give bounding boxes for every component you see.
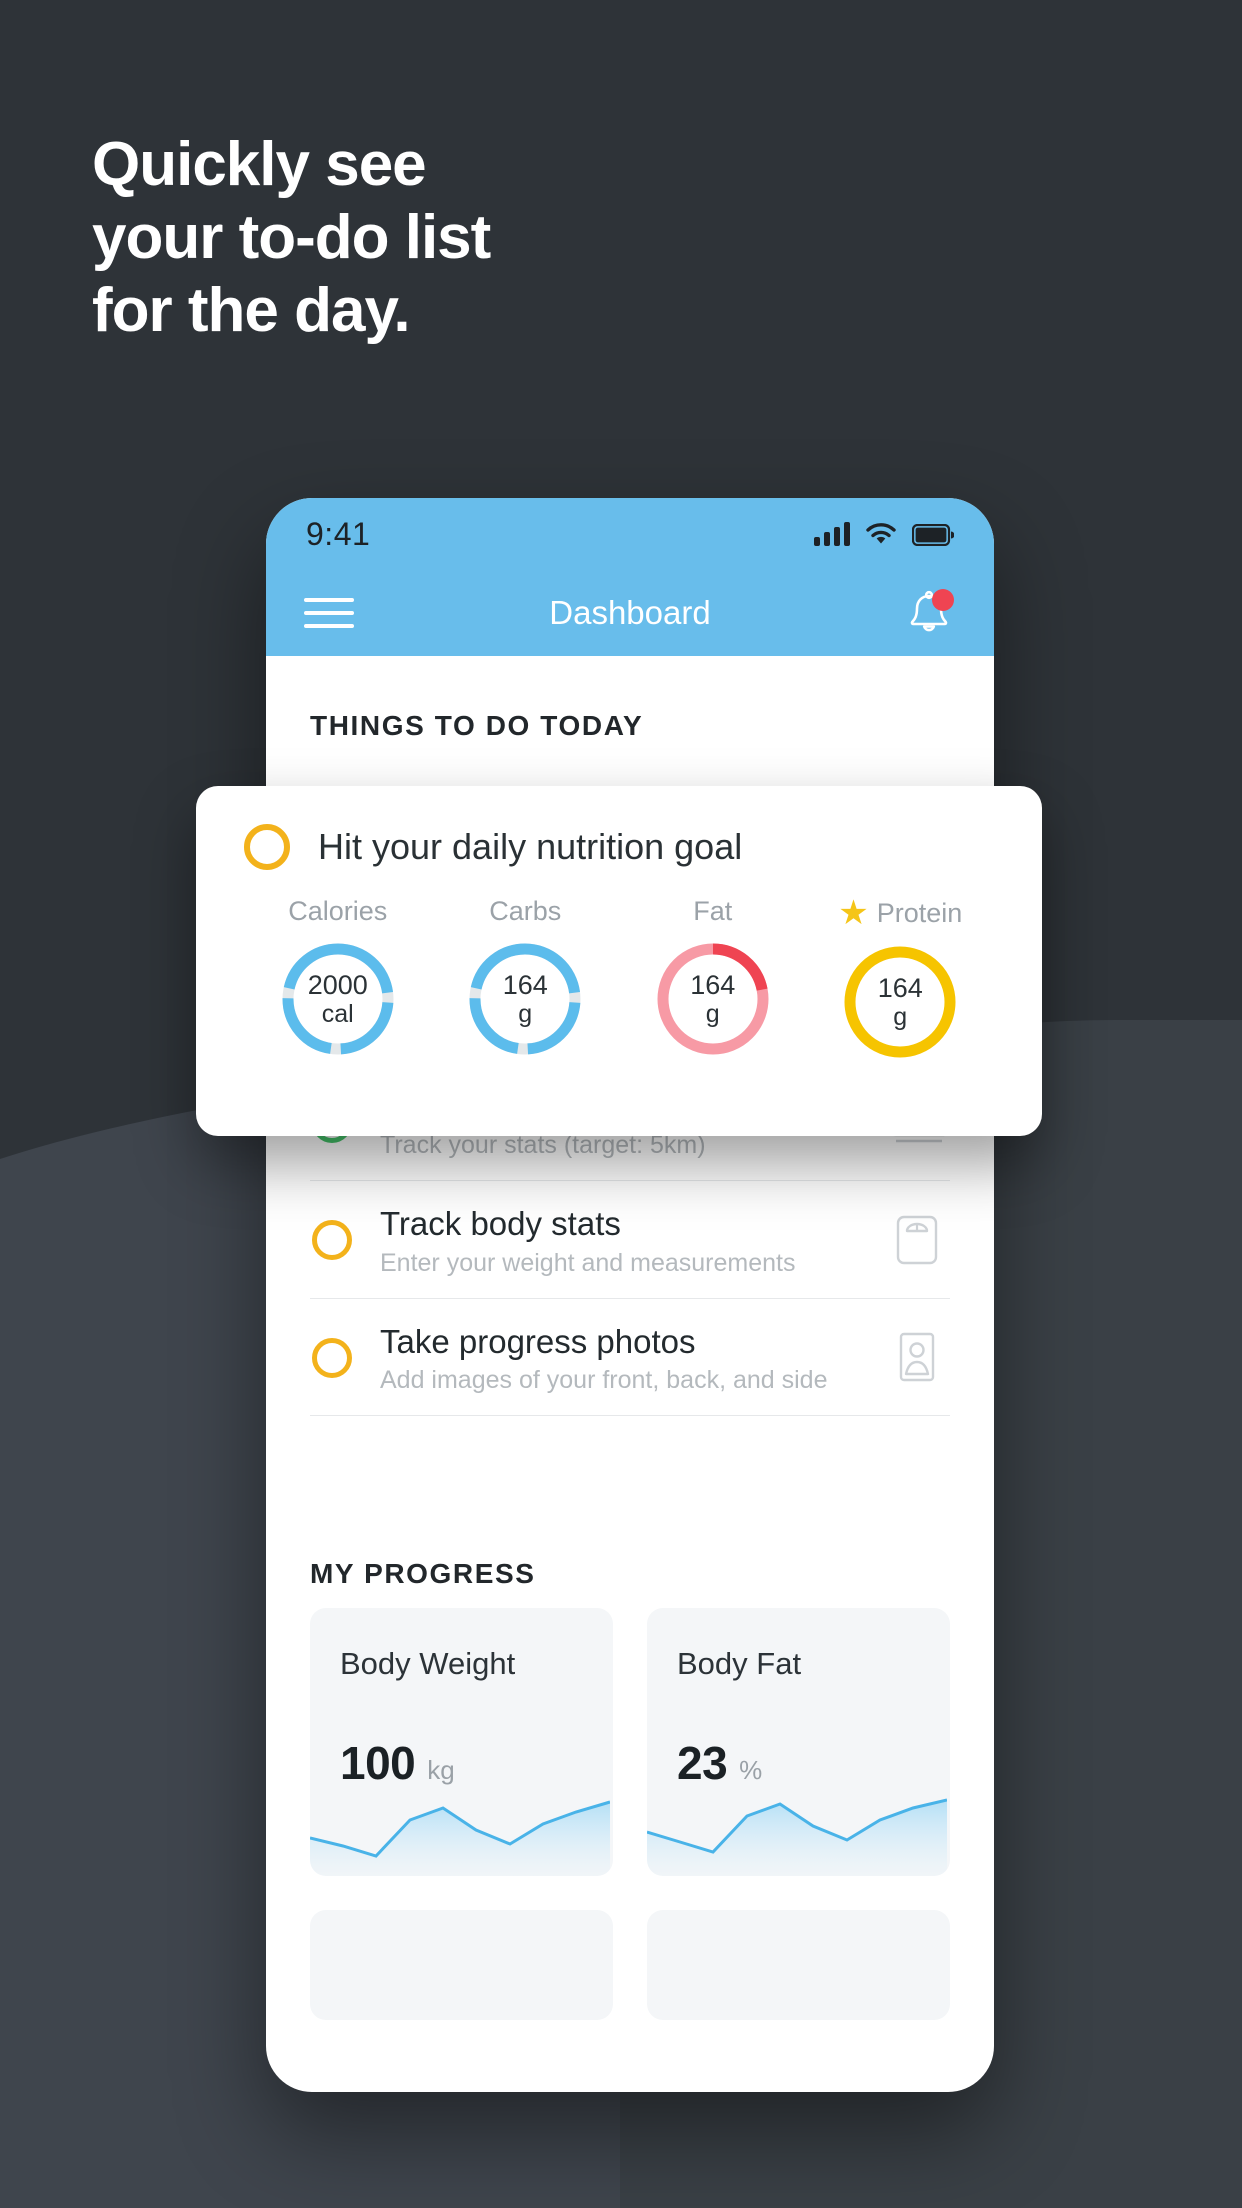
progress-card-grid: Body Weight 100 kg Body Fat 23 % — [310, 1607, 950, 1876]
macro-center-text: 2000 cal — [276, 937, 400, 1061]
progress-card-unit: kg — [427, 1754, 455, 1785]
sparkline-chart — [647, 1798, 947, 1876]
macro-value: 164 — [877, 972, 923, 1003]
progress-card-value-group: 23 % — [677, 1736, 762, 1790]
macro-carbs[interactable]: Carbs 164 g — [432, 896, 620, 1064]
macro-value: 164 — [502, 969, 548, 1000]
status-bar-icons — [814, 522, 954, 546]
macro-label: Protein — [876, 897, 963, 928]
battery-icon — [912, 524, 954, 546]
weight-scale-icon — [896, 1216, 938, 1265]
progress-card-title: Body Weight — [340, 1645, 516, 1681]
list-item[interactable]: Take progress photos Add images of your … — [310, 1299, 950, 1416]
macro-donut: 164 g — [463, 937, 587, 1061]
todo-status-ring[interactable] — [312, 1220, 352, 1261]
macro-value: 2000 — [307, 969, 368, 1000]
todo-text: Take progress photos Add images of your … — [380, 1321, 856, 1395]
wifi-icon — [866, 523, 896, 544]
macro-center-text: 164 g — [651, 937, 775, 1061]
progress-card-title: Body Fat — [677, 1645, 802, 1681]
macro-unit: g — [518, 1000, 533, 1029]
sparkline-chart — [310, 1800, 610, 1876]
macro-label: Carbs — [489, 896, 562, 926]
status-bar: 9:41 — [266, 498, 994, 570]
app-header-area: 9:41 Dashboard — [266, 498, 994, 656]
hamburger-menu-icon[interactable] — [304, 598, 354, 628]
progress-card-body-weight[interactable]: Body Weight 100 kg — [310, 1607, 613, 1876]
macro-label-group: Carbs — [432, 896, 620, 927]
macro-unit: g — [705, 1000, 720, 1029]
nutrition-card-header: Hit your daily nutrition goal — [244, 824, 994, 870]
macro-ring-group: Calories 2000 cal Carbs 164 g Fat 164 g … — [244, 896, 994, 1064]
phone-mockup: 9:41 Dashboard THINGS TO DO TODAY Track … — [266, 498, 994, 2092]
page-title: Dashboard — [549, 594, 711, 631]
nutrition-card-title: Hit your daily nutrition goal — [318, 826, 743, 867]
status-bar-clock: 9:41 — [306, 515, 371, 552]
todo-subtitle: Enter your weight and measurements — [380, 1248, 796, 1277]
star-icon: ★ — [838, 894, 869, 932]
todo-subtitle: Add images of your front, back, and side — [380, 1365, 828, 1394]
progress-card-unit: % — [739, 1754, 763, 1785]
todo-status-ring[interactable] — [312, 1337, 352, 1378]
macro-label-group: ★ Protein — [807, 896, 995, 930]
macro-label-group: Calories — [244, 896, 432, 927]
macro-value: 164 — [690, 969, 736, 1000]
todo-status-ring[interactable] — [244, 824, 290, 870]
app-bar: Dashboard — [266, 570, 994, 656]
todo-title: Track body stats — [380, 1205, 621, 1243]
macro-donut: 2000 cal — [276, 937, 400, 1061]
macro-label: Fat — [693, 896, 733, 926]
macro-protein[interactable]: ★ Protein 164 g — [807, 896, 995, 1064]
promo-headline: Quickly see your to-do list for the day. — [92, 130, 491, 346]
list-item[interactable]: Track body stats Enter your weight and m… — [310, 1181, 950, 1299]
macro-fat[interactable]: Fat 164 g — [619, 896, 807, 1064]
section-title-todo: THINGS TO DO TODAY — [310, 710, 644, 741]
macro-label-group: Fat — [619, 896, 807, 927]
progress-card-partial[interactable] — [310, 1909, 613, 2020]
notification-bell-icon[interactable] — [902, 586, 956, 640]
progress-card-partial[interactable] — [647, 1909, 950, 2020]
notification-badge — [932, 589, 954, 611]
todo-title: Take progress photos — [380, 1322, 696, 1360]
signal-bars-icon — [814, 522, 850, 546]
macro-label: Calories — [288, 896, 388, 926]
todo-text: Track body stats Enter your weight and m… — [380, 1203, 856, 1277]
section-title-progress: MY PROGRESS — [310, 1557, 536, 1589]
macro-unit: g — [893, 1003, 908, 1032]
progress-card-body-fat[interactable]: Body Fat 23 % — [647, 1607, 950, 1876]
macro-center-text: 164 g — [838, 940, 962, 1064]
macro-calories[interactable]: Calories 2000 cal — [244, 896, 432, 1064]
macro-donut: 164 g — [838, 940, 962, 1064]
macro-unit: cal — [321, 1000, 354, 1029]
progress-card-value: 23 — [677, 1736, 728, 1789]
progress-card-grid-next — [310, 1909, 950, 2020]
progress-card-value: 100 — [340, 1736, 416, 1789]
macro-donut: 164 g — [651, 937, 775, 1061]
progress-card-value-group: 100 kg — [340, 1736, 455, 1790]
nutrition-goal-card[interactable]: Hit your daily nutrition goal Calories 2… — [196, 786, 1042, 1136]
portrait-photo-icon — [899, 1332, 935, 1381]
macro-center-text: 164 g — [463, 937, 587, 1061]
